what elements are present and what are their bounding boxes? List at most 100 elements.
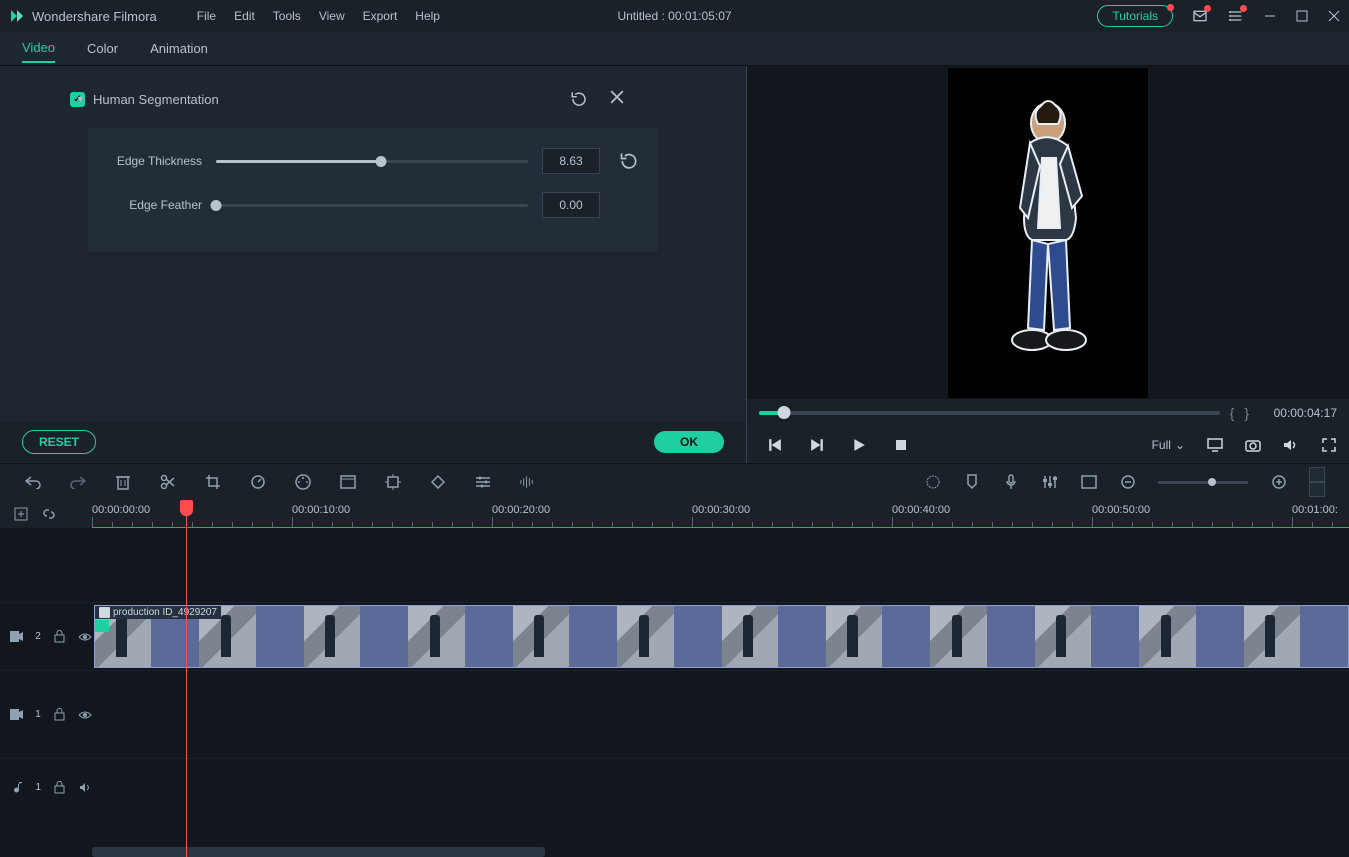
timeline-section: 2 1 1 00:00:00:0000:00:10:0000:00:20:000… <box>0 463 1349 857</box>
redo-icon[interactable] <box>69 474 86 491</box>
lock-icon[interactable] <box>53 630 66 644</box>
zoom-out-icon[interactable] <box>1119 474 1136 491</box>
window-title: Untitled : 00:01:05:07 <box>617 9 731 23</box>
preview-canvas[interactable] <box>747 66 1349 399</box>
playhead[interactable] <box>186 500 187 857</box>
property-tabs: Video Color Animation <box>0 32 1349 66</box>
tasks-icon[interactable] <box>1227 7 1245 25</box>
lock-icon[interactable] <box>53 781 66 795</box>
maximize-button[interactable] <box>1295 9 1309 23</box>
chevron-down-icon: ⌄ <box>1175 438 1185 452</box>
display-icon[interactable] <box>1207 437 1223 453</box>
video-track-icon <box>10 630 23 644</box>
preview-scrubber[interactable] <box>759 411 1220 415</box>
segmented-human-preview <box>948 68 1148 398</box>
step-back-icon[interactable] <box>767 437 783 453</box>
tab-animation[interactable]: Animation <box>150 35 208 62</box>
menu-edit[interactable]: Edit <box>234 9 255 23</box>
edge-thickness-slider[interactable] <box>216 160 528 163</box>
fullscreen-icon[interactable] <box>1321 437 1337 453</box>
record-vo-icon[interactable] <box>1002 474 1019 491</box>
video-track-2[interactable]: production ID_4929207 <box>92 602 1349 670</box>
eye-icon[interactable] <box>78 630 92 644</box>
preview-panel: { } 00:00:04:17 Full⌄ <box>747 66 1349 463</box>
video-track-icon <box>10 708 23 722</box>
undo-icon[interactable] <box>24 474 41 491</box>
audio-track-icon <box>10 781 23 795</box>
step-forward-icon[interactable] <box>809 437 825 453</box>
color-icon[interactable] <box>294 474 311 491</box>
add-media-icon[interactable] <box>1080 474 1097 491</box>
menu-help[interactable]: Help <box>415 9 440 23</box>
lock-icon[interactable] <box>53 708 66 722</box>
speed-icon[interactable] <box>249 474 266 491</box>
preview-timecode: 00:00:04:17 <box>1259 406 1337 420</box>
menu-view[interactable]: View <box>319 9 345 23</box>
menu-file[interactable]: File <box>197 9 216 23</box>
video-track-2-header[interactable]: 2 <box>0 602 92 670</box>
stop-icon[interactable] <box>893 437 909 453</box>
close-button[interactable] <box>1327 9 1341 23</box>
zoom-fit-toggle[interactable] <box>1309 467 1325 497</box>
collapse-caret-icon[interactable]: ▼ <box>76 94 85 104</box>
delete-icon[interactable] <box>114 474 131 491</box>
adjust-icon[interactable] <box>474 474 491 491</box>
tutorials-button[interactable]: Tutorials <box>1097 5 1173 27</box>
play-thumb-icon <box>99 607 110 618</box>
app-name: Wondershare Filmora <box>32 9 157 24</box>
split-icon[interactable] <box>159 474 176 491</box>
close-section-icon[interactable] <box>610 90 624 108</box>
add-track-icon[interactable] <box>14 507 28 521</box>
mark-out-icon[interactable]: } <box>1244 405 1249 421</box>
audio-wave-icon[interactable] <box>519 474 536 491</box>
green-screen-icon[interactable] <box>339 474 356 491</box>
timeline-tracks[interactable]: 00:00:00:0000:00:10:0000:00:20:0000:00:3… <box>92 500 1349 857</box>
keyframe-icon[interactable] <box>429 474 446 491</box>
zoom-slider[interactable] <box>1158 481 1248 484</box>
edge-feather-slider[interactable] <box>216 204 528 207</box>
zoom-in-icon[interactable] <box>1270 474 1287 491</box>
ok-button[interactable]: OK <box>654 431 724 453</box>
properties-panel: ▼ ✓ Human Segmentation Edge Thickness 8.… <box>0 66 747 463</box>
motion-tracking-icon[interactable] <box>384 474 401 491</box>
edge-thickness-label: Edge Thickness <box>102 154 202 168</box>
timeline-ruler[interactable]: 00:00:00:0000:00:10:0000:00:20:0000:00:3… <box>92 500 1349 528</box>
marker-icon[interactable] <box>963 474 980 491</box>
edge-feather-label: Edge Feather <box>102 198 202 212</box>
speaker-icon[interactable] <box>79 781 92 795</box>
video-clip[interactable]: production ID_4929207 <box>94 605 1349 668</box>
menu-tools[interactable]: Tools <box>273 9 301 23</box>
crop-icon[interactable] <box>204 474 221 491</box>
segmentation-header[interactable]: ▼ ✓ Human Segmentation <box>0 84 746 114</box>
snapshot-icon[interactable] <box>1245 437 1261 453</box>
tab-color[interactable]: Color <box>87 35 118 62</box>
video-track-1-header[interactable]: 1 <box>0 670 92 758</box>
mark-in-icon[interactable]: { <box>1230 405 1235 421</box>
minimize-button[interactable] <box>1263 9 1277 23</box>
audio-track-1[interactable] <box>92 758 1349 816</box>
reset-section-icon[interactable] <box>570 90 588 108</box>
menu-export[interactable]: Export <box>363 9 398 23</box>
timeline-track-headers: 2 1 1 <box>0 500 92 857</box>
tab-video[interactable]: Video <box>22 34 55 63</box>
video-track-1[interactable] <box>92 670 1349 758</box>
volume-icon[interactable] <box>1283 437 1299 453</box>
quality-dropdown[interactable]: Full⌄ <box>1152 438 1185 452</box>
timeline-h-scrollbar[interactable] <box>92 847 545 857</box>
edge-thickness-value[interactable]: 8.63 <box>542 148 600 174</box>
mixer-icon[interactable] <box>1041 474 1058 491</box>
timeline-toolbar <box>0 464 1349 500</box>
segmentation-title: Human Segmentation <box>93 92 219 107</box>
render-icon[interactable] <box>924 474 941 491</box>
title-bar: Wondershare Filmora File Edit Tools View… <box>0 0 1349 32</box>
link-icon[interactable] <box>42 507 56 521</box>
message-icon[interactable] <box>1191 7 1209 25</box>
eye-icon[interactable] <box>78 708 92 722</box>
edge-feather-value[interactable]: 0.00 <box>542 192 600 218</box>
edge-thickness-reset-icon[interactable] <box>614 146 644 176</box>
reset-button[interactable]: RESET <box>22 430 96 454</box>
app-logo-icon <box>8 7 26 25</box>
effect-badge-icon <box>95 620 109 632</box>
audio-track-1-header[interactable]: 1 <box>0 758 92 816</box>
play-icon[interactable] <box>851 437 867 453</box>
